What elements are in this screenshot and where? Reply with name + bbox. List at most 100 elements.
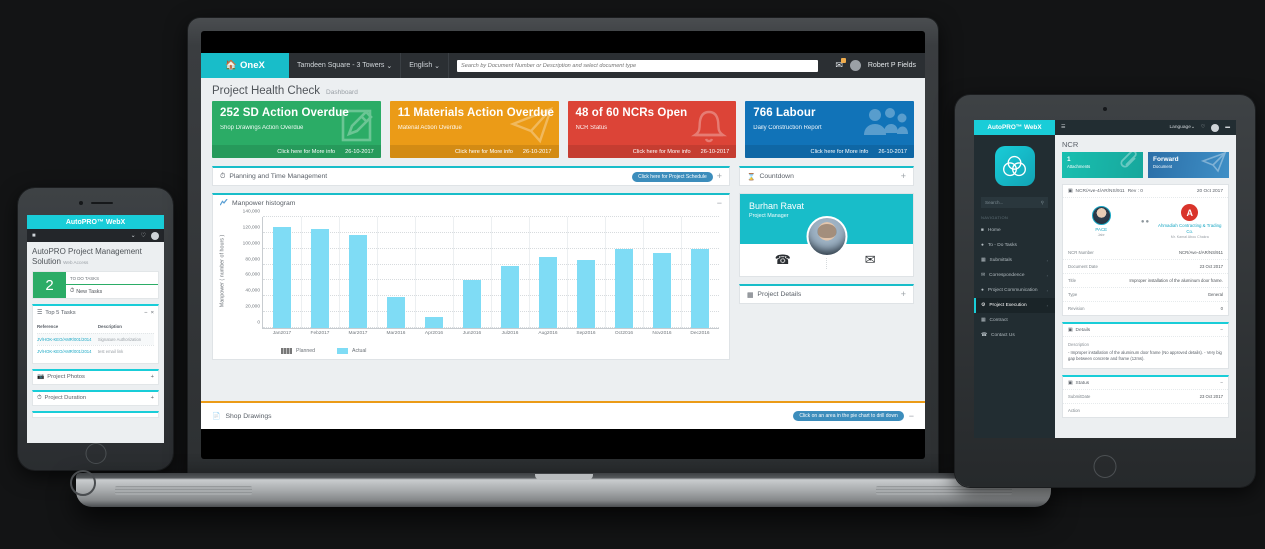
- sidebar-item-correspondence[interactable]: ✉ Correspondence ›: [974, 268, 1055, 283]
- x-axis-tick: Jul2016: [501, 331, 519, 336]
- table-row[interactable]: JV/HOK-KEO/AMR/001/2014 test email link: [37, 345, 154, 357]
- user-name[interactable]: Robert P Fields: [868, 62, 916, 69]
- chart-bar[interactable]: [615, 249, 633, 328]
- legend-item-planned[interactable]: Planned: [281, 348, 315, 354]
- collapse-icon[interactable]: −: [717, 198, 722, 208]
- ncr-ref: NCR/Ave-4/AR/NS/911: [1075, 188, 1125, 194]
- laptop-hinge: [70, 470, 96, 496]
- chart-bar[interactable]: [463, 280, 481, 328]
- kpi-footer[interactable]: Click here for More info 26-10-2017: [212, 145, 381, 158]
- envelope-icon[interactable]: ✉: [828, 252, 914, 268]
- messages-icon[interactable]: ✉: [835, 58, 846, 70]
- expand-icon[interactable]: +: [151, 395, 154, 401]
- chart-bar[interactable]: [691, 248, 709, 328]
- project-schedule-button[interactable]: Click here for Project Schedule: [632, 171, 713, 182]
- sidebar-item-project-communication[interactable]: ● Project Communication ›: [974, 283, 1055, 298]
- sidebar-item-contact-us[interactable]: ☎ Contact Us: [974, 328, 1055, 343]
- app-brand[interactable]: 🏠 OneX: [201, 53, 289, 78]
- sidebar-item-submittals[interactable]: ▦ Submittals ›: [974, 253, 1055, 268]
- manpower-histogram[interactable]: Manpower ( number of hours ) 0 20,000 40,0…: [217, 210, 723, 345]
- top-tasks-header: ☰ Top 5 Tasks − ×: [37, 309, 154, 316]
- todo-widget[interactable]: 2 TO DO TASKS ⏱ New Tasks: [32, 271, 159, 299]
- chart-bar[interactable]: [273, 226, 291, 328]
- avatar[interactable]: [849, 60, 861, 71]
- chart-bar[interactable]: [349, 235, 367, 328]
- menu-icon[interactable]: ▬: [1225, 125, 1230, 130]
- chart-bar[interactable]: [501, 266, 519, 328]
- details-icon: ▣: [1068, 327, 1073, 333]
- collapse-icon[interactable]: −: [909, 411, 914, 421]
- attachments-tile[interactable]: 1 Attachments: [1062, 152, 1143, 178]
- expand-icon[interactable]: +: [151, 374, 154, 380]
- tablet-home-button[interactable]: [1093, 455, 1117, 478]
- countdown-panel[interactable]: ⌛ Countdown +: [739, 166, 914, 186]
- chart-bar[interactable]: [425, 316, 443, 328]
- kpi-footer[interactable]: Click here for More info 26-10-2017: [745, 145, 914, 158]
- expand-icon[interactable]: +: [901, 172, 906, 181]
- chart-bar[interactable]: [577, 259, 595, 328]
- kpi-card-ncr[interactable]: 48 of 60 NCRs Open NCR Status Click here…: [567, 101, 737, 158]
- table-row[interactable]: JV/HOK-KEO/AMR/001/2014 Signature Author…: [37, 332, 154, 346]
- hamburger-icon[interactable]: ☰: [1061, 125, 1065, 130]
- project-selector[interactable]: Tamdeen Square - 3 Towers ⌄: [289, 53, 402, 78]
- heart-icon[interactable]: ♡: [141, 232, 146, 239]
- search-input[interactable]: [457, 59, 819, 72]
- legend-swatch: [281, 348, 292, 354]
- collapse-icon[interactable]: −: [1220, 381, 1223, 386]
- close-icon[interactable]: ×: [151, 310, 154, 316]
- kpi-footer[interactable]: Click here for More info 26-10-2017: [389, 145, 559, 158]
- chart-bar[interactable]: [653, 253, 671, 328]
- x-axis-tick: Nov2016: [652, 331, 672, 336]
- collapse-icon[interactable]: −: [144, 310, 147, 316]
- avatar[interactable]: [151, 231, 159, 240]
- profile-name: Burhan Ravat: [749, 201, 805, 211]
- expand-icon[interactable]: +: [717, 172, 722, 181]
- chart-bar[interactable]: [539, 257, 557, 328]
- details-header: ▣ Details −: [1063, 324, 1228, 337]
- laptop-notch: [534, 474, 593, 480]
- heart-icon[interactable]: ♡: [1201, 125, 1205, 130]
- chart-bar[interactable]: [387, 297, 405, 328]
- task-reference[interactable]: JV/HOK-KEO/AMR/001/2014: [37, 349, 98, 354]
- chart-icon: [219, 198, 228, 208]
- task-reference[interactable]: JV/HOK-KEO/AMR/001/2014: [37, 337, 98, 342]
- kpi-cta[interactable]: Click here for More info: [811, 149, 869, 155]
- avatar[interactable]: [1211, 123, 1220, 132]
- project-duration-card[interactable]: ⏱ Project Duration +: [32, 389, 159, 406]
- project-photos-card[interactable]: 📷 Project Photos +: [32, 368, 159, 385]
- language-selector[interactable]: English ⌄: [401, 53, 450, 78]
- kpi-footer[interactable]: Click here for More info 26-10-2017: [567, 145, 737, 158]
- kpi-card-labour[interactable]: 766 Labour Daily Construction Report Cli…: [745, 101, 914, 158]
- expand-icon[interactable]: +: [901, 290, 906, 299]
- phone-home-button[interactable]: [85, 443, 106, 464]
- phone-screen: AutoPRO™ WebX ■ ⌄ ♡ AutoPRO Project Mana…: [27, 215, 164, 443]
- party-to: A Ahmadiah Contracting & Trading Co. Mr.…: [1156, 204, 1225, 239]
- sidebar-item-contract[interactable]: ▦ Contract: [974, 313, 1055, 328]
- home-icon: 🏠: [225, 60, 238, 71]
- kpi-card-materials[interactable]: 11 Materials Action Overdue Material Act…: [389, 101, 559, 158]
- kpi-card-shop-drawings[interactable]: 252 SD Action Overdue Shop Drawings Acti…: [212, 101, 381, 158]
- sidebar-item-todo-tasks[interactable]: ● To - Do Tasks: [974, 238, 1055, 253]
- language-selector[interactable]: Language⌄: [1170, 125, 1195, 130]
- sidebar-item-home[interactable]: ■ Home: [974, 223, 1055, 238]
- collapse-icon[interactable]: −: [1220, 328, 1223, 333]
- chevron-down-icon[interactable]: ⌄: [131, 232, 136, 239]
- phone-icon[interactable]: ☎: [740, 252, 826, 268]
- legend-item-actual[interactable]: Actual: [337, 348, 366, 354]
- kpi-value: 48 of 60 NCRs Open: [575, 107, 688, 119]
- project-details-panel[interactable]: ▦ Project Details +: [739, 284, 914, 304]
- x-axis-tick: Jun2016: [462, 331, 482, 336]
- hamburger-icon[interactable]: ■: [32, 233, 36, 239]
- chart-bar[interactable]: [311, 228, 329, 328]
- phone-device: AutoPRO™ WebX ■ ⌄ ♡ AutoPRO Project Mana…: [18, 188, 173, 470]
- todo-item[interactable]: ⏱ New Tasks: [66, 285, 158, 298]
- kpi-value: 252 SD Action Overdue: [220, 107, 349, 119]
- sidebar-search[interactable]: Search... ⚲: [981, 197, 1048, 208]
- search-icon[interactable]: ⚲: [1041, 200, 1044, 206]
- kpi-cta[interactable]: Click here for More info: [633, 149, 691, 155]
- sidebar-item-project-execution[interactable]: ⚙ Project Execution ›: [974, 298, 1055, 313]
- drilldown-button[interactable]: Click on an area in the pie chart to dri…: [793, 411, 904, 421]
- kpi-cta[interactable]: Click here for More info: [455, 149, 513, 155]
- kpi-cta[interactable]: Click here for More info: [277, 149, 335, 155]
- forward-document-tile[interactable]: Forward Document: [1148, 152, 1229, 178]
